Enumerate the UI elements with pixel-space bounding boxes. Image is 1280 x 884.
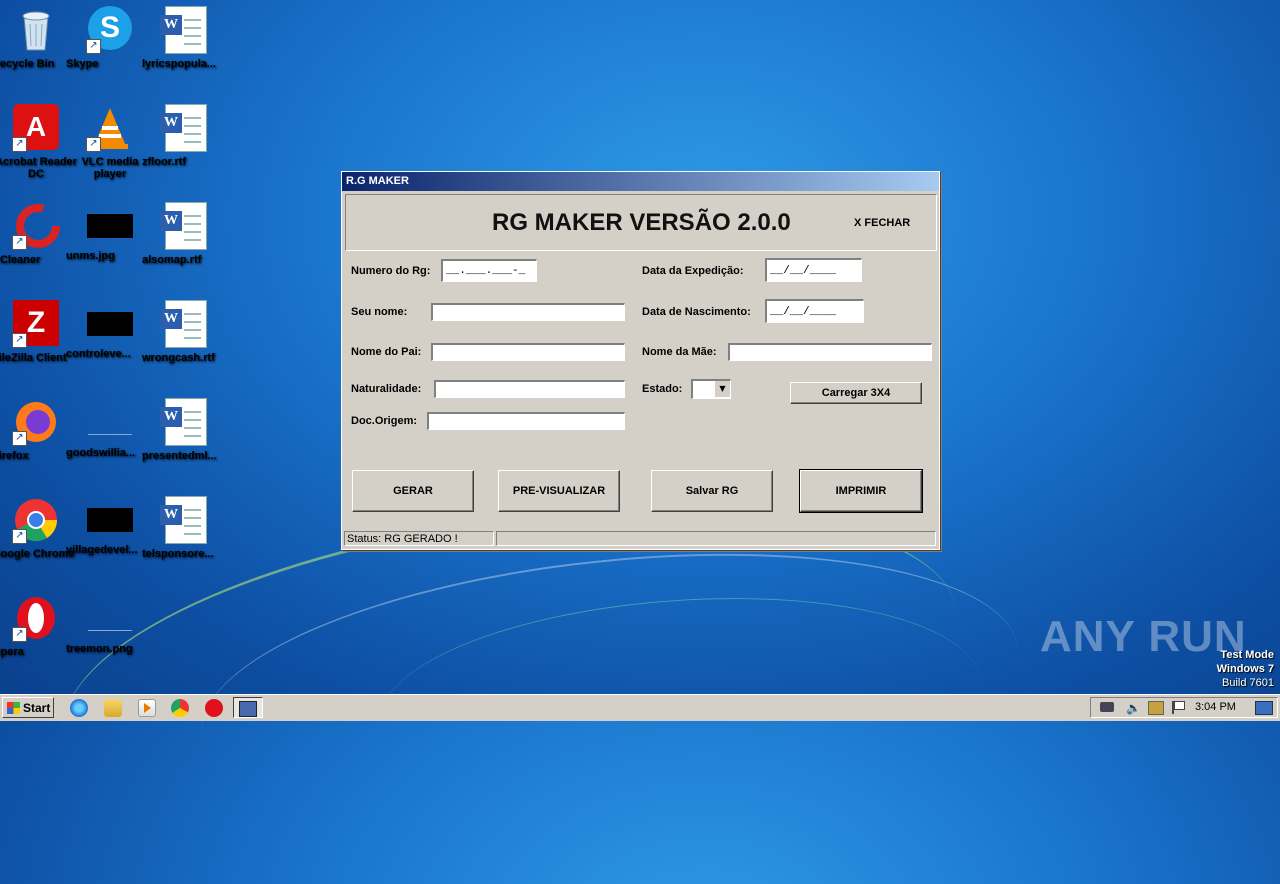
naturalidade-label: Naturalidade:: [351, 383, 422, 395]
estado-select[interactable]: ▼: [691, 379, 731, 399]
recycle-bin-icon: [12, 6, 60, 54]
clock[interactable]: 3:04 PM: [1195, 701, 1236, 713]
folder-icon[interactable]: [104, 699, 122, 717]
rg-maker-window: R.G MAKER RG MAKER VERSÃO 2.0.0 X FECHAR…: [341, 171, 940, 550]
chevron-down-icon[interactable]: ▼: [714, 381, 730, 397]
nome-pai-label: Nome do Pai:: [351, 346, 422, 358]
desktop-icon-vlc[interactable]: ↗ VLC media player: [66, 104, 154, 180]
chrome-taskbar-icon[interactable]: [171, 699, 189, 717]
skype-icon: S ↗: [86, 6, 134, 54]
nome-pai-input[interactable]: [431, 343, 625, 361]
image-thumbnail: [88, 608, 132, 631]
build-label: Build 7601: [1222, 677, 1274, 689]
numero-rg-input[interactable]: __.___.___-_: [441, 259, 537, 282]
nome-mae-label: Nome da Mãe:: [642, 346, 717, 358]
desktop-icon-goodswillia[interactable]: goodswillia...: [66, 398, 154, 459]
doc-origem-label: Doc.Origem:: [351, 415, 418, 427]
desktop-icon-unms[interactable]: unms.jpg: [66, 202, 154, 262]
word-doc-icon: W: [160, 202, 210, 250]
vlc-icon: ↗: [86, 104, 134, 152]
doc-origem-input[interactable]: [427, 412, 625, 430]
image-thumbnail: [88, 412, 132, 435]
seu-nome-label: Seu nome:: [351, 306, 408, 318]
close-button[interactable]: X FECHAR: [854, 217, 910, 229]
acrobat-icon: A ↗: [12, 104, 60, 152]
desktop-icon-skype[interactable]: S ↗ Skype: [66, 6, 154, 70]
banner: RG MAKER VERSÃO 2.0.0 X FECHAR: [345, 194, 937, 251]
os-label: Windows 7: [1216, 663, 1274, 675]
seu-nome-input[interactable]: [431, 303, 625, 321]
image-thumbnail: [87, 214, 133, 238]
image-thumbnail: [87, 508, 133, 532]
show-desktop-icon[interactable]: [1255, 701, 1273, 715]
gerar-button[interactable]: GERAR: [352, 470, 474, 512]
word-doc-icon: W: [160, 398, 210, 446]
naturalidade-input[interactable]: [434, 380, 625, 398]
estado-label: Estado:: [642, 383, 683, 395]
windows-flag-icon: [7, 702, 20, 714]
chrome-icon: ↗: [12, 496, 60, 544]
security-icon[interactable]: [1148, 701, 1164, 715]
status-text: Status: RG GERADO !: [344, 531, 494, 546]
desktop-icon-zfloor[interactable]: W zfloor.rtf: [142, 104, 230, 168]
start-button[interactable]: Start: [2, 697, 54, 718]
pre-visualizar-button[interactable]: PRE-VISUALIZAR: [498, 470, 620, 512]
desktop-icon-villagedevel[interactable]: villagedevel...: [66, 496, 154, 556]
window-title[interactable]: R.G MAKER: [342, 172, 939, 191]
status-panel: [496, 531, 936, 546]
desktop-icon-wrongcash[interactable]: W wrongcash.rtf: [142, 300, 230, 364]
word-doc-icon: W: [160, 300, 210, 348]
data-nascimento-label: Data de Nascimento:: [642, 306, 751, 318]
word-doc-icon: W: [160, 104, 210, 152]
media-player-icon[interactable]: [138, 699, 156, 717]
word-doc-icon: W: [160, 496, 210, 544]
ie-icon[interactable]: [70, 699, 88, 717]
desktop-icon-alsomap[interactable]: W alsomap.rtf: [142, 202, 230, 266]
filezilla-icon: Z ↗: [12, 300, 60, 348]
data-nascimento-input[interactable]: __/__/____: [765, 299, 864, 323]
word-doc-icon: W: [160, 6, 210, 54]
nome-mae-input[interactable]: [728, 343, 932, 361]
imprimir-button[interactable]: IMPRIMIR: [799, 469, 923, 513]
image-thumbnail: [87, 312, 133, 336]
salvar-rg-button[interactable]: Salvar RG: [651, 470, 773, 512]
test-mode-label: Test Mode: [1220, 649, 1274, 661]
numero-rg-label: Numero do Rg:: [351, 265, 431, 277]
test-mode-notice: Test Mode Windows 7 Build 7601: [1217, 648, 1274, 690]
start-label: Start: [23, 701, 51, 715]
carregar-3x4-button[interactable]: Carregar 3X4: [790, 382, 922, 404]
flag-icon[interactable]: [1172, 701, 1185, 714]
system-tray: 🔈 3:04 PM: [1090, 697, 1278, 718]
rg-maker-taskbar-button[interactable]: [233, 697, 263, 718]
ccleaner-icon: ↗: [12, 202, 60, 250]
opera-icon: ↗: [12, 594, 60, 642]
network-icon[interactable]: [1100, 702, 1114, 712]
taskbar: Start 🔈 3:04 PM: [0, 694, 1280, 721]
desktop-icon-telsponsore[interactable]: W telsponsore...: [142, 496, 230, 560]
desktop-icon-treemon[interactable]: treemon.png: [66, 594, 154, 655]
banner-title: RG MAKER VERSÃO 2.0.0: [492, 209, 791, 236]
desktop-icon-controleve[interactable]: controleve...: [66, 300, 154, 360]
firefox-icon: ↗: [12, 398, 60, 446]
app-window-icon: [239, 701, 257, 717]
data-expedicao-label: Data da Expedição:: [642, 265, 744, 277]
opera-taskbar-icon[interactable]: [205, 699, 223, 717]
volume-icon[interactable]: 🔈: [1126, 701, 1141, 715]
desktop-icon-presentedml[interactable]: W presentedml...: [142, 398, 230, 462]
desktop-icon-lyricspopula[interactable]: W lyricspopula...: [142, 6, 230, 70]
data-expedicao-input[interactable]: __/__/____: [765, 258, 862, 282]
